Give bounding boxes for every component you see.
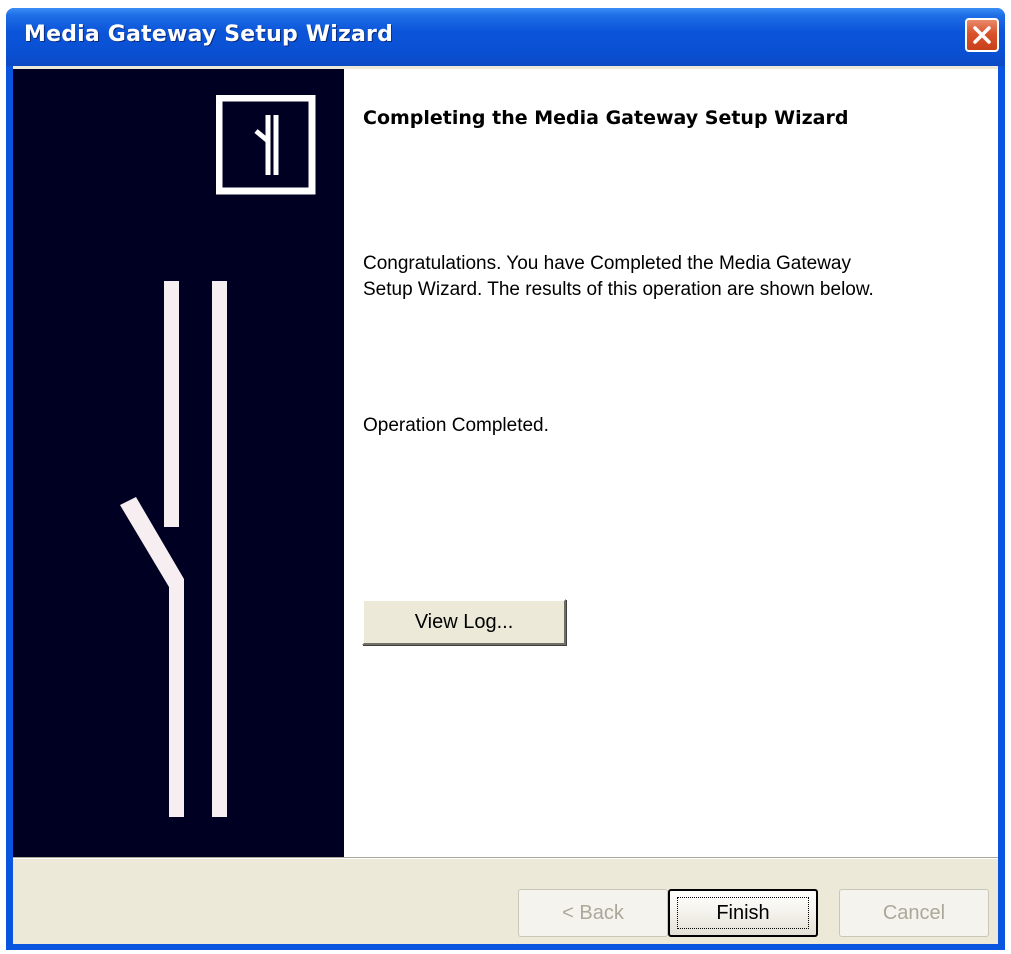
operation-status: Operation Completed. — [363, 415, 549, 436]
wizard-banner — [13, 69, 344, 857]
finish-button-label: Finish — [677, 897, 809, 929]
wizard-content: Completing the Media Gateway Setup Wizar… — [344, 69, 998, 857]
close-button[interactable] — [965, 18, 999, 52]
back-button[interactable]: < Back — [518, 889, 668, 937]
cancel-button[interactable]: Cancel — [839, 889, 989, 937]
gateway-banner-graphic — [120, 281, 227, 817]
close-icon — [973, 26, 991, 44]
completion-message-line-1: Congratulations. You have Completed the … — [363, 253, 851, 274]
footer-divider — [13, 857, 998, 859]
title-bar[interactable]: Media Gateway Setup Wizard — [6, 8, 1005, 66]
wizard-body: Completing the Media Gateway Setup Wizar… — [13, 66, 998, 944]
page-title: Completing the Media Gateway Setup Wizar… — [363, 107, 849, 129]
completion-message: Congratulations. You have Completed the … — [363, 251, 963, 303]
window-title: Media Gateway Setup Wizard — [24, 22, 394, 47]
finish-button[interactable]: Finish — [668, 889, 818, 937]
gateway-logo-icon — [216, 95, 316, 195]
completion-message-line-2: Setup Wizard. The results of this operat… — [363, 279, 874, 300]
wizard-window: Media Gateway Setup Wizard Completing th… — [6, 8, 1005, 950]
view-log-button[interactable]: View Log... — [362, 599, 566, 645]
